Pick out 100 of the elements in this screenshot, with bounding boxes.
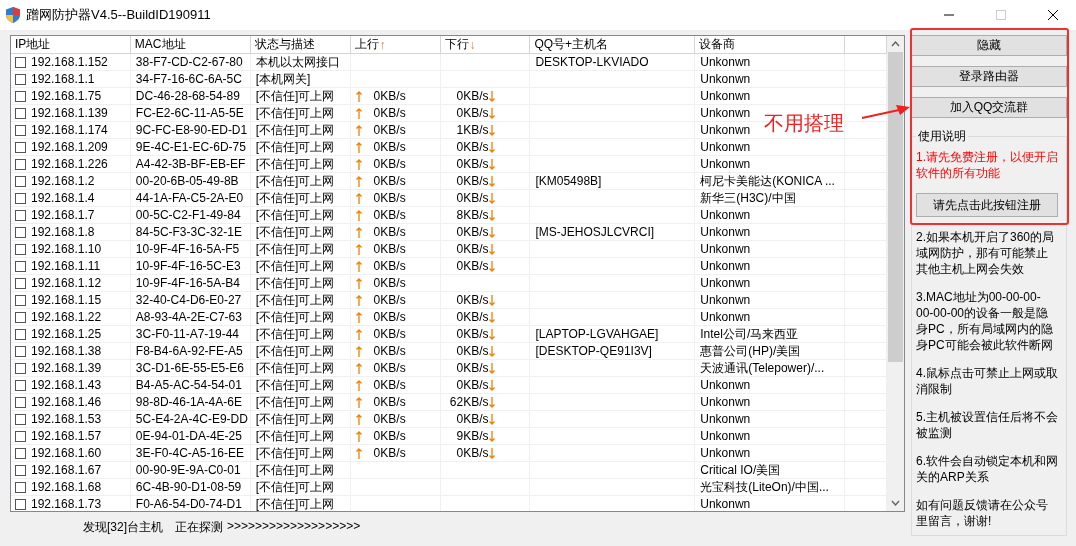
- upload-cell: 0KB/s: [373, 446, 406, 460]
- mac-cell: 0E-94-01-DA-4E-25: [135, 429, 242, 443]
- status-cell: [不信任]可上网: [255, 445, 335, 461]
- checkbox[interactable]: [15, 141, 26, 153]
- checkbox[interactable]: [15, 56, 26, 68]
- status-cell: [不信任]可上网: [255, 88, 335, 104]
- download-cell: 0KB/s: [456, 310, 489, 324]
- down-arrow-icon: [488, 107, 495, 119]
- checkbox[interactable]: [15, 498, 26, 510]
- status-cell: [不信任]可上网: [255, 394, 335, 410]
- close-icon[interactable]: [1048, 10, 1058, 20]
- scrollbar[interactable]: [887, 36, 904, 511]
- up-arrow-icon: [355, 158, 362, 170]
- checkbox[interactable]: [15, 260, 26, 272]
- ip-cell: 192.168.1.22: [31, 310, 102, 324]
- register-button[interactable]: 请先点击此按钮注册: [916, 193, 1058, 217]
- scroll-thumb[interactable]: [888, 52, 903, 362]
- checkbox[interactable]: [15, 243, 26, 255]
- checkbox[interactable]: [15, 294, 26, 306]
- download-cell: 0KB/s: [456, 293, 489, 307]
- mac-cell: B4-A5-AC-54-54-01: [135, 378, 242, 392]
- ip-cell: 192.168.1.60: [31, 446, 102, 460]
- sidebar-button[interactable]: 加入QQ交流群: [911, 97, 1067, 118]
- upload-cell: 0KB/s: [373, 157, 406, 171]
- checkbox[interactable]: [15, 464, 26, 476]
- upload-cell: 0KB/s: [373, 293, 406, 307]
- column-header[interactable]: 设备商: [695, 36, 846, 54]
- download-cell: 0KB/s: [456, 89, 489, 103]
- checkbox[interactable]: [15, 73, 26, 85]
- host-cell: [KM05498B]: [535, 174, 602, 188]
- download-cell: 9KB/s: [456, 429, 489, 443]
- column-header[interactable]: 下行↓: [440, 36, 531, 54]
- up-arrow-icon: [355, 328, 362, 340]
- column-header[interactable]: MAC地址: [130, 36, 251, 54]
- checkbox[interactable]: [15, 362, 26, 374]
- checkbox[interactable]: [15, 413, 26, 425]
- upload-cell: 0KB/s: [373, 191, 406, 205]
- up-arrow-icon: [355, 124, 362, 136]
- mac-cell: 38-F7-CD-C2-67-80: [135, 55, 243, 69]
- sidebar-button[interactable]: 隐藏: [911, 35, 1067, 56]
- mac-cell: 44-1A-FA-C5-2A-E0: [135, 191, 244, 205]
- ip-cell: 192.168.1.226: [31, 157, 108, 171]
- upload-cell: 0KB/s: [373, 361, 406, 375]
- up-arrow-icon: [355, 175, 362, 187]
- upload-cell: 0KB/s: [373, 412, 406, 426]
- column-header[interactable]: IP地址: [11, 36, 131, 54]
- vendor-cell: 天波通讯(Telepower)/...: [700, 360, 825, 376]
- group-title: 使用说明: [917, 128, 967, 145]
- checkbox[interactable]: [15, 226, 26, 238]
- vendor-cell: Unkonwn: [700, 157, 751, 171]
- vendor-cell: Unkonwn: [700, 276, 751, 290]
- checkbox[interactable]: [15, 481, 26, 493]
- ip-cell: 192.168.1.8: [31, 225, 95, 239]
- download-cell: 0KB/s: [456, 327, 489, 341]
- status-cell: [不信任]可上网: [255, 224, 335, 240]
- checkbox[interactable]: [15, 192, 26, 204]
- checkbox[interactable]: [15, 328, 26, 340]
- column-header[interactable]: 状态与描述: [250, 36, 351, 54]
- checkbox[interactable]: [15, 124, 26, 136]
- checkbox[interactable]: [15, 345, 26, 357]
- column-header[interactable]: QQ号+主机名: [530, 36, 696, 54]
- status-cell: [不信任]可上网: [255, 428, 335, 444]
- ip-cell: 192.168.1.43: [31, 378, 102, 392]
- status-cell: [不信任]可上网: [255, 496, 335, 511]
- checkbox[interactable]: [15, 311, 26, 323]
- column-header[interactable]: 上行↑: [350, 36, 441, 54]
- upload-cell: 0KB/s: [373, 310, 406, 324]
- host-cell: [MS-JEHOSJLCVRCI]: [535, 225, 655, 239]
- checkbox[interactable]: [15, 430, 26, 442]
- ip-cell: 192.168.1.209: [31, 140, 108, 154]
- upload-cell: 0KB/s: [373, 395, 406, 409]
- mac-cell: 00-20-6B-05-49-8B: [135, 174, 239, 188]
- status-cell: [不信任]可上网: [255, 292, 335, 308]
- ip-cell: 192.168.1.1: [31, 72, 95, 86]
- mac-cell: 34-F7-16-6C-6A-5C: [135, 72, 242, 86]
- download-cell: 0KB/s: [456, 106, 489, 120]
- upload-cell: 0KB/s: [373, 429, 406, 443]
- checkbox[interactable]: [15, 90, 26, 102]
- status-cell: [不信任]可上网: [255, 207, 335, 223]
- download-cell: 0KB/s: [456, 242, 489, 256]
- down-arrow-icon: [488, 430, 495, 442]
- ip-cell: 192.168.1.7: [31, 208, 95, 222]
- ip-cell: 192.168.1.73: [31, 497, 102, 511]
- up-arrow-icon: [355, 311, 362, 323]
- mac-cell: 6C-4B-90-D1-08-59: [135, 480, 242, 494]
- mac-cell: 00-5C-C2-F1-49-84: [135, 208, 241, 222]
- checkbox[interactable]: [15, 379, 26, 391]
- checkbox[interactable]: [15, 107, 26, 119]
- checkbox[interactable]: [15, 175, 26, 187]
- checkbox[interactable]: [15, 396, 26, 408]
- up-arrow-icon: [355, 141, 362, 153]
- up-arrow-icon: [355, 413, 362, 425]
- checkbox[interactable]: [15, 209, 26, 221]
- checkbox[interactable]: [15, 447, 26, 459]
- status-cell: [不信任]可上网: [255, 156, 335, 172]
- checkbox[interactable]: [15, 158, 26, 170]
- vendor-cell: Unkonwn: [700, 89, 751, 103]
- sidebar-button[interactable]: 登录路由器: [911, 66, 1067, 87]
- checkbox[interactable]: [15, 277, 26, 289]
- vendor-cell: Unkonwn: [700, 412, 751, 426]
